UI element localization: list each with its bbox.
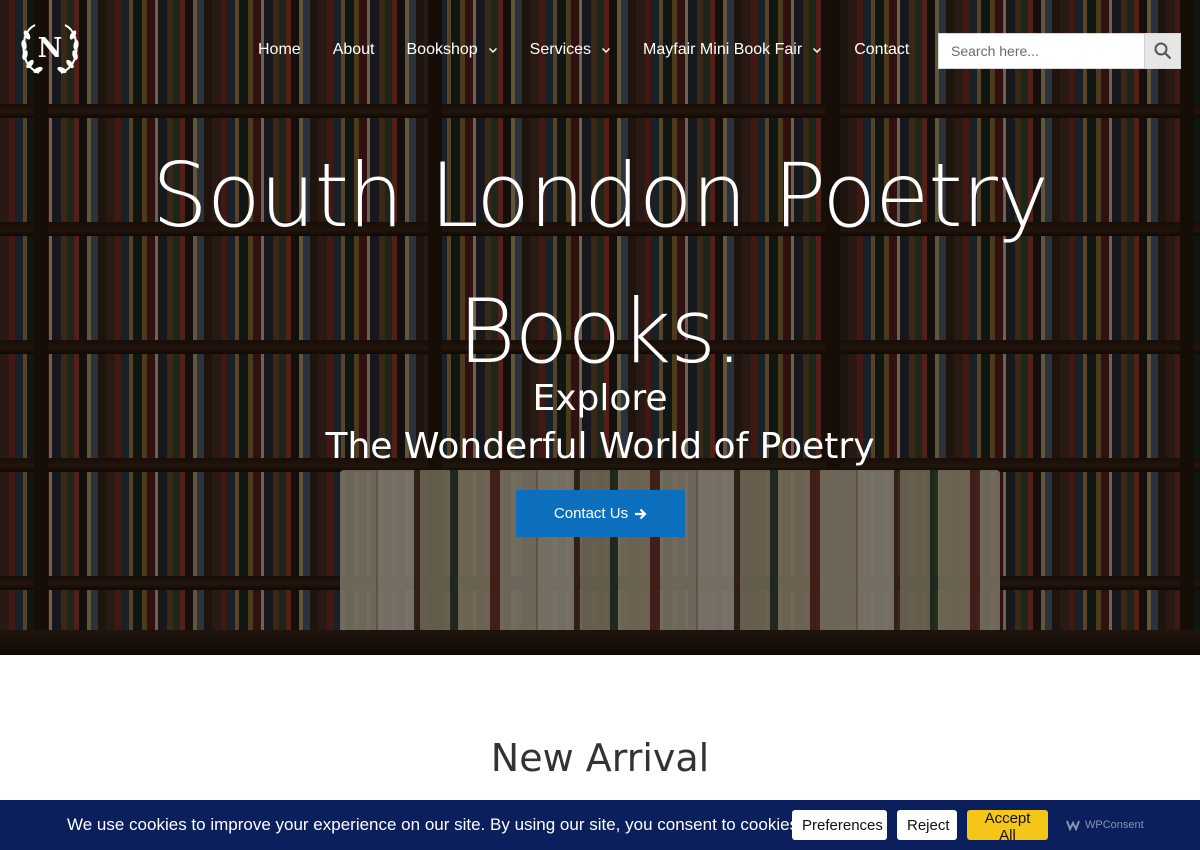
nav-label: Home (258, 41, 301, 58)
hero-subtitle-line1: Explore (532, 378, 668, 419)
search-icon (1154, 42, 1171, 60)
search-form (938, 33, 1181, 69)
nav-bookshop[interactable]: Bookshop (407, 30, 498, 70)
accept-all-button[interactable]: Accept All (967, 810, 1048, 844)
hero-title-line1: South London Poetry (152, 144, 1049, 247)
new-arrival-heading: New Arrival (490, 736, 710, 780)
nav-label: Mayfair Mini Book Fair (643, 41, 803, 58)
hero-title: South London Poetry Books. (0, 128, 1200, 400)
preferences-button[interactable]: Preferences (792, 810, 887, 840)
main-nav: Home About Bookshop Services Mayfair Min… (258, 0, 941, 100)
nav-about[interactable]: About (333, 30, 375, 70)
site-header: N Home About Bookshop Services Mayfair M… (0, 0, 1200, 100)
wpconsent-label: WPConsent (1085, 819, 1144, 831)
arrow-right-icon (635, 508, 647, 519)
nav-mayfair-mini-book-fair[interactable]: Mayfair Mini Book Fair (643, 30, 822, 70)
search-button[interactable] (1144, 34, 1180, 68)
search-input[interactable] (939, 34, 1145, 68)
logo-letter: N (37, 33, 63, 64)
nav-home[interactable]: Home (258, 30, 301, 70)
chevron-down-icon (602, 47, 611, 54)
nav-label: Bookshop (406, 41, 478, 58)
reject-button[interactable]: Reject (897, 810, 957, 840)
nav-services[interactable]: Services (530, 30, 611, 70)
chevron-down-icon (813, 47, 822, 54)
wpconsent-brand[interactable]: WPConsent (1066, 800, 1144, 850)
cta-label: Contact Us (553, 505, 629, 522)
cookie-consent-bar: We use cookies to improve your experienc… (0, 800, 1200, 850)
nav-label: Contact (854, 41, 910, 58)
cookie-message: We use cookies to improve your experienc… (67, 815, 803, 834)
nav-label: About (332, 41, 375, 58)
hero-subtitle-line2: The Wonderful World of Poetry (325, 426, 875, 467)
contact-us-button[interactable]: Contact Us (516, 490, 685, 537)
nav-contact[interactable]: Contact (854, 30, 909, 70)
chevron-down-icon (488, 47, 497, 54)
site-logo[interactable]: N (19, 23, 81, 77)
nav-label: Services (529, 41, 592, 58)
wpconsent-logo-icon (1066, 820, 1080, 831)
hero-title-line2: Books. (457, 280, 743, 383)
